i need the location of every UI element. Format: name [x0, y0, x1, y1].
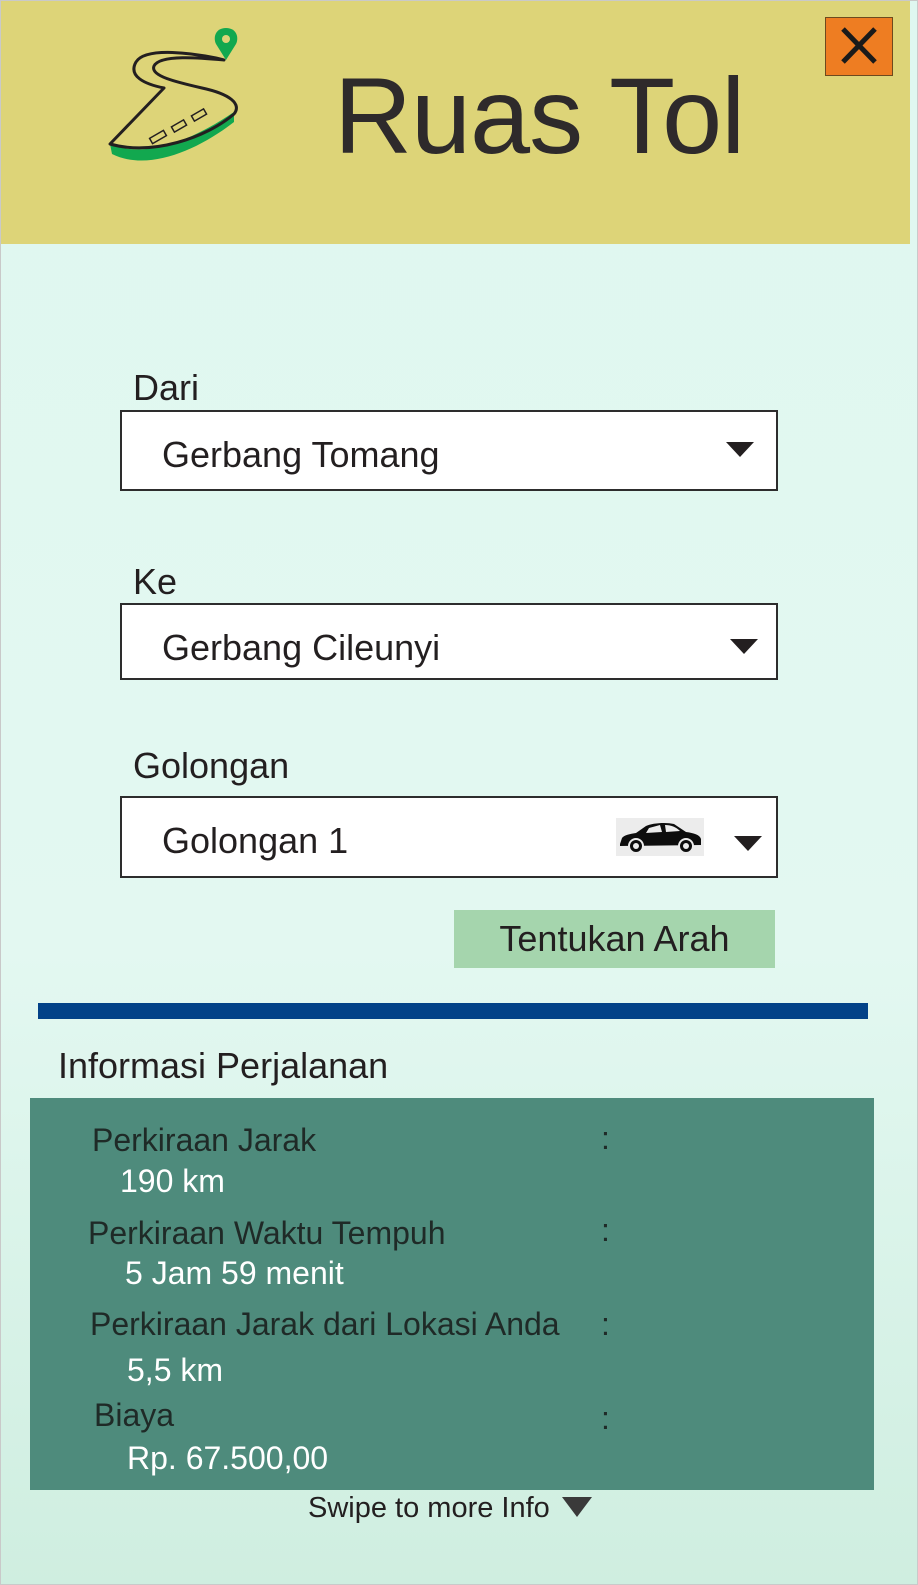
travel-time-colon: : [601, 1212, 610, 1248]
to-label: Ke [133, 561, 178, 602]
chevron-down-icon[interactable] [562, 1497, 592, 1517]
vehicle-class-select[interactable]: Golongan 1 [120, 796, 778, 878]
chevron-down-icon [726, 442, 754, 457]
close-icon [841, 27, 877, 64]
class-label: Golongan [133, 745, 290, 786]
from-select[interactable]: Gerbang Tomang [120, 410, 778, 491]
distance-from-location-colon: : [601, 1306, 610, 1342]
get-directions-button[interactable]: Tentukan Arah [454, 910, 775, 968]
cost-value: Rp. 67.500,00 [127, 1440, 329, 1476]
trip-info-panel: Perkiraan Jarak : 190 km Perkiraan Waktu… [30, 1098, 874, 1490]
distance-colon: : [601, 1120, 610, 1156]
trip-info-heading: Informasi Perjalanan [58, 1045, 389, 1086]
page-title: Ruas Tol [334, 55, 745, 176]
distance-label: Perkiraan Jarak [92, 1122, 317, 1158]
from-label: Dari [133, 367, 200, 408]
distance-value: 190 km [120, 1163, 225, 1199]
class-select-value: Golongan 1 [162, 820, 349, 861]
section-divider [38, 1003, 868, 1019]
to-select[interactable]: Gerbang Cileunyi [120, 603, 778, 680]
distance-from-location-label: Perkiraan Jarak dari Lokasi Anda [90, 1306, 560, 1342]
close-button[interactable] [825, 17, 893, 76]
cost-label: Biaya [94, 1397, 175, 1433]
winding-road-logo-icon [108, 28, 238, 161]
swipe-more-info-hint[interactable]: Swipe to more Info [308, 1491, 550, 1525]
cost-colon: : [601, 1400, 610, 1436]
to-select-value: Gerbang Cileunyi [162, 627, 441, 668]
car-icon [616, 818, 704, 856]
chevron-down-icon [730, 639, 758, 654]
header-bar: Ruas Tol [1, 1, 910, 244]
chevron-down-icon [734, 836, 762, 851]
distance-from-location-value: 5,5 km [127, 1352, 224, 1388]
travel-time-label: Perkiraan Waktu Tempuh [88, 1215, 446, 1251]
travel-time-value: 5 Jam 59 menit [125, 1255, 344, 1291]
from-select-value: Gerbang Tomang [162, 434, 440, 475]
